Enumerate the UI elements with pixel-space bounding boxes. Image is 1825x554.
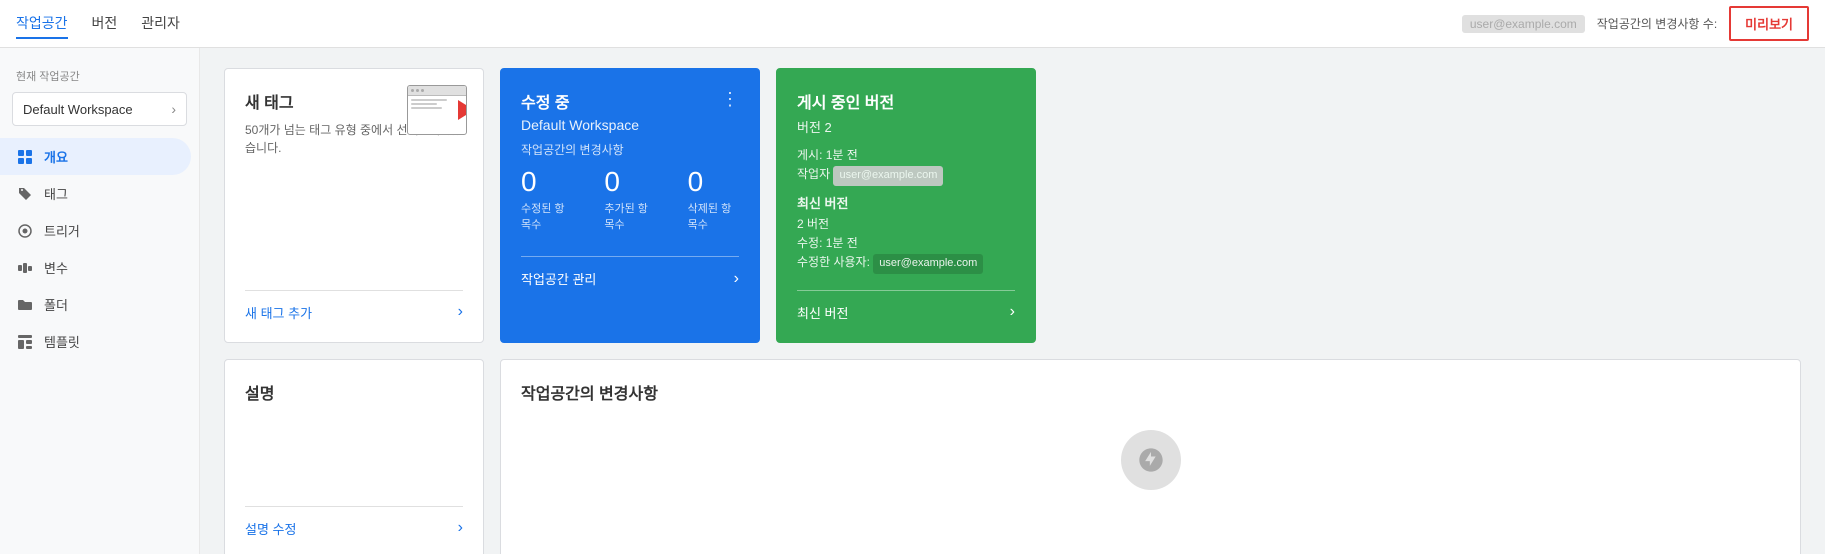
workspace-chevron-icon: › — [171, 101, 176, 117]
main-content: 새 태그 50개가 넘는 태그 유형 중에서 선택할 수 있습니다. — [200, 48, 1825, 554]
trigger-icon — [16, 222, 34, 240]
latest-modified: 수정: 1분 전 — [797, 234, 1015, 253]
published-info: 게시: 1분 전 작업자 user@example.com — [797, 146, 1015, 186]
latest-version-section: 최신 버전 2 버전 수정: 1분 전 수정한 사용자: user@exampl… — [797, 194, 1015, 274]
stat-added-value: 0 — [604, 166, 655, 198]
editing-title: 수정 중 — [521, 89, 639, 113]
editing-workspace-name: Default Workspace — [521, 117, 639, 133]
stat-deleted-desc: 삭제된 항목수 — [688, 200, 739, 232]
workspace-manage-chevron-icon — [734, 270, 739, 288]
add-tag-link[interactable]: 새 태그 추가 — [245, 290, 463, 322]
published-author-label: 작업자 — [797, 167, 830, 181]
sidebar-item-variables[interactable]: 변수 — [0, 249, 191, 286]
placeholder-circle — [1121, 430, 1181, 490]
new-tag-card: 새 태그 50개가 넘는 태그 유형 중에서 선택할 수 있습니다. — [224, 68, 484, 343]
stat-added-desc: 추가된 항목수 — [604, 200, 655, 232]
nav-workspace[interactable]: 작업공간 — [16, 9, 68, 39]
latest-version-link-label: 최신 버전 — [797, 303, 848, 322]
bottom-changes-card: 작업공간의 변경사항 — [500, 359, 1801, 554]
stat-modified-value: 0 — [521, 166, 572, 198]
sidebar-label-folders: 폴더 — [44, 295, 68, 314]
workspace-manage-link[interactable]: 작업공간 관리 — [521, 256, 739, 288]
published-card: 게시 중인 버전 버전 2 게시: 1분 전 작업자 user@example.… — [776, 68, 1036, 343]
published-author-value: user@example.com — [833, 166, 943, 186]
tag-icon — [16, 185, 34, 203]
stat-modified: 0 수정된 항목수 — [521, 166, 572, 232]
sidebar-item-templates[interactable]: 템플릿 — [0, 323, 191, 360]
sidebar: 현재 작업공간 Default Workspace › 개요 태그 — [0, 48, 200, 554]
workspace-change-text: 작업공간의 변경사항 수: — [1597, 15, 1717, 32]
description-edit-link[interactable]: 설명 수정 — [245, 506, 463, 538]
description-card: 설명 설명 수정 — [224, 359, 484, 554]
sidebar-label-variables: 변수 — [44, 258, 68, 277]
published-title: 게시 중인 버전 — [797, 89, 1015, 113]
workspace-selector[interactable]: Default Workspace › — [12, 92, 187, 126]
workspace-name: Default Workspace — [23, 102, 133, 117]
latest-version-chevron-icon — [1010, 303, 1015, 321]
sidebar-label-overview: 개요 — [44, 147, 68, 166]
description-title: 설명 — [245, 380, 463, 404]
top-cards-row: 새 태그 50개가 넘는 태그 유형 중에서 선택할 수 있습니다. — [224, 68, 1801, 343]
sidebar-item-triggers[interactable]: 트리거 — [0, 212, 191, 249]
latest-version-desc: 2 버전 — [797, 215, 1015, 234]
description-edit-label: 설명 수정 — [245, 519, 296, 538]
nav-version[interactable]: 버전 — [92, 9, 118, 39]
sidebar-label-templates: 템플릿 — [44, 332, 80, 351]
template-icon — [16, 333, 34, 351]
top-nav-right: user@example.com 작업공간의 변경사항 수: 미리보기 — [1462, 6, 1809, 41]
published-author-row: 작업자 user@example.com — [797, 165, 1015, 186]
sidebar-label-tags: 태그 — [44, 184, 68, 203]
user-info: user@example.com — [1462, 15, 1585, 33]
latest-user-label: 수정한 사용자: — [797, 255, 870, 269]
sidebar-label-triggers: 트리거 — [44, 221, 80, 240]
grid-icon — [16, 148, 34, 166]
variable-icon — [16, 259, 34, 277]
changes-stats: 0 수정된 항목수 0 추가된 항목수 0 삭제된 항목수 — [521, 166, 739, 232]
latest-user-value: user@example.com — [873, 254, 983, 274]
changes-label: 작업공간의 변경사항 — [521, 141, 739, 158]
latest-version-title: 최신 버전 — [797, 194, 1015, 215]
folder-icon — [16, 296, 34, 314]
layout: 현재 작업공간 Default Workspace › 개요 태그 — [0, 48, 1825, 554]
description-edit-chevron-icon — [458, 519, 463, 537]
stat-modified-desc: 수정된 항목수 — [521, 200, 572, 232]
stat-deleted-value: 0 — [688, 166, 739, 198]
top-nav: 작업공간 버전 관리자 user@example.com 작업공간의 변경사항 … — [0, 0, 1825, 48]
add-tag-link-label: 새 태그 추가 — [245, 303, 312, 322]
published-version: 버전 2 — [797, 117, 1015, 136]
editing-header-left: 수정 중 Default Workspace — [521, 89, 639, 133]
latest-user-row: 수정한 사용자: user@example.com — [797, 253, 1015, 274]
preview-button[interactable]: 미리보기 — [1729, 6, 1809, 41]
top-nav-left: 작업공간 버전 관리자 — [16, 9, 180, 39]
workspace-manage-label: 작업공간 관리 — [521, 269, 596, 288]
sidebar-item-overview[interactable]: 개요 — [0, 138, 191, 175]
nav-admin[interactable]: 관리자 — [141, 9, 180, 39]
browser-mockup-image — [407, 85, 467, 135]
published-time: 게시: 1분 전 — [797, 146, 1015, 165]
editing-card: 수정 중 Default Workspace ⋮ 작업공간의 변경사항 0 수정… — [500, 68, 760, 343]
editing-header: 수정 중 Default Workspace ⋮ — [521, 89, 739, 133]
stat-added: 0 추가된 항목수 — [604, 166, 655, 232]
editing-dots-button[interactable]: ⋮ — [721, 89, 739, 110]
stat-deleted: 0 삭제된 항목수 — [688, 166, 739, 232]
changes-section: 작업공간의 변경사항 0 수정된 항목수 0 추가된 항목수 0 삭제된 항목수 — [521, 141, 739, 240]
sidebar-section-label: 현재 작업공간 — [0, 60, 199, 88]
latest-version-link[interactable]: 최신 버전 — [797, 290, 1015, 322]
add-tag-chevron-icon — [458, 303, 463, 321]
bottom-card-title: 작업공간의 변경사항 — [521, 380, 1780, 404]
sidebar-item-folders[interactable]: 폴더 — [0, 286, 191, 323]
second-cards-row: 설명 설명 수정 작업공간의 변경사항 — [224, 359, 1801, 554]
sidebar-item-tags[interactable]: 태그 — [0, 175, 191, 212]
placeholder-area — [521, 420, 1780, 500]
